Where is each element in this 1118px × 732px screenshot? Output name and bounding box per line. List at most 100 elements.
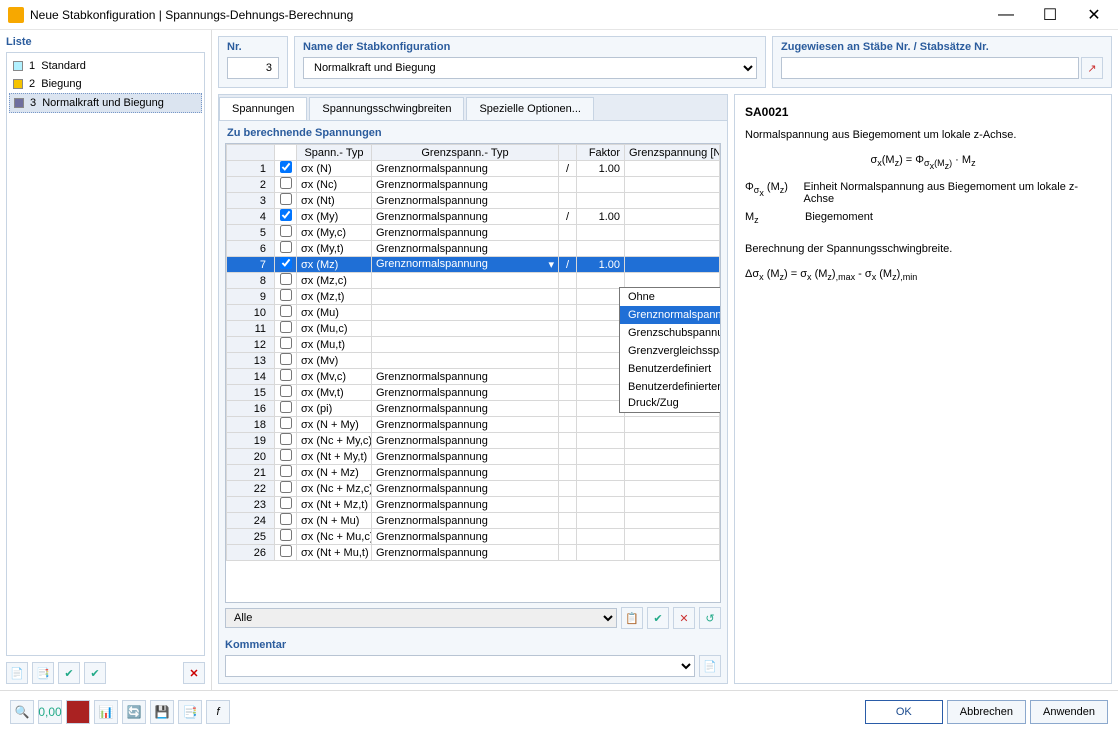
check-config-icon[interactable]: ✔ — [58, 662, 80, 684]
assign-label: Zugewiesen an Stäbe Nr. / Stabsätze Nr. — [781, 41, 1103, 53]
dropdown-option[interactable]: Grenznormalspannung — [620, 306, 721, 324]
check2-config-icon[interactable]: ✔ — [84, 662, 106, 684]
maximize-button[interactable]: ☐ — [1028, 1, 1072, 29]
foot-units-icon[interactable]: 0,00 — [38, 700, 62, 724]
row-checkbox[interactable] — [280, 241, 292, 253]
table-row[interactable]: 26 σx (Nt + Mu,t) Grenznormalspannung — [227, 545, 720, 561]
apply-button[interactable]: Anwenden — [1030, 700, 1108, 724]
row-checkbox[interactable] — [280, 513, 292, 525]
grid-tool-copy-icon[interactable]: 📋 — [621, 607, 643, 629]
ok-button[interactable]: OK — [865, 700, 943, 724]
foot-save-icon[interactable]: 💾 — [150, 700, 174, 724]
row-checkbox[interactable] — [280, 305, 292, 317]
row-checkbox[interactable] — [280, 321, 292, 333]
row-checkbox[interactable] — [280, 385, 292, 397]
row-checkbox[interactable] — [280, 225, 292, 237]
comment-select[interactable] — [225, 655, 695, 677]
table-row[interactable]: 20 σx (Nt + My,t) Grenznormalspannung — [227, 449, 720, 465]
row-checkbox[interactable] — [280, 481, 292, 493]
info-code: SA0021 — [745, 105, 1101, 119]
table-row[interactable]: 5 σx (My,c) Grenznormalspannung — [227, 225, 720, 241]
foot-copy-icon[interactable]: 📑 — [178, 700, 202, 724]
foot-color-icon[interactable] — [66, 700, 90, 724]
table-row[interactable]: 23 σx (Nt + Mz,t) Grenznormalspannung — [227, 497, 720, 513]
dropdown-option[interactable]: Ohne — [620, 288, 721, 306]
table-row[interactable]: 6 σx (My,t) Grenznormalspannung — [227, 241, 720, 257]
minimize-button[interactable]: — — [984, 1, 1028, 29]
dropdown-option[interactable]: Grenzvergleichsspannung — [620, 342, 721, 360]
limit-type-dropdown[interactable]: OhneGrenznormalspannungGrenzschubspannun… — [619, 287, 721, 413]
table-row[interactable]: 7 σx (Mz) Grenznormalspannung ▾ / 1.00 — [227, 257, 720, 273]
row-checkbox[interactable] — [280, 161, 292, 173]
row-checkbox[interactable] — [280, 177, 292, 189]
dropdown-option[interactable]: Grenzschubspannung — [620, 324, 721, 342]
name-label: Name der Stabkonfiguration — [303, 41, 757, 53]
info-desc: Normalspannung aus Biegemoment um lokale… — [745, 127, 1101, 144]
row-checkbox[interactable] — [280, 465, 292, 477]
config-list[interactable]: 1 Standard2 Biegung3 Normalkraft und Bie… — [6, 52, 205, 656]
row-checkbox[interactable] — [280, 193, 292, 205]
foot-fx-icon[interactable]: f — [206, 700, 230, 724]
def1-sym: Φσx (Mz) — [745, 181, 804, 205]
table-row[interactable]: 3 σx (Nt) Grenznormalspannung — [227, 193, 720, 209]
nr-input[interactable] — [227, 57, 279, 79]
table-row[interactable]: 21 σx (N + Mz) Grenznormalspannung — [227, 465, 720, 481]
table-row[interactable]: 19 σx (Nc + My,c) Grenznormalspannung — [227, 433, 720, 449]
row-checkbox[interactable] — [280, 369, 292, 381]
cancel-button[interactable]: Abbrechen — [947, 700, 1026, 724]
row-checkbox[interactable] — [280, 497, 292, 509]
close-button[interactable]: ✕ — [1072, 1, 1116, 29]
row-checkbox[interactable] — [280, 417, 292, 429]
row-checkbox[interactable] — [280, 545, 292, 557]
info-formula: σx(Mz) = Φσx(Mz) · Mz — [745, 152, 1101, 173]
color-swatch — [13, 61, 23, 71]
row-checkbox[interactable] — [280, 257, 292, 269]
row-checkbox[interactable] — [280, 449, 292, 461]
table-row[interactable]: 18 σx (N + My) Grenznormalspannung — [227, 417, 720, 433]
table-row[interactable]: 4 σx (My) Grenznormalspannung / 1.00 — [227, 209, 720, 225]
row-checkbox[interactable] — [280, 337, 292, 349]
color-swatch — [14, 98, 24, 108]
row-checkbox[interactable] — [280, 401, 292, 413]
row-checkbox[interactable] — [280, 209, 292, 221]
table-row[interactable]: 1 σx (N) Grenznormalspannung / 1.00 — [227, 161, 720, 177]
name-select[interactable]: Normalkraft und Biegung — [303, 57, 757, 79]
row-checkbox[interactable] — [280, 273, 292, 285]
table-row[interactable]: 24 σx (N + Mu) Grenznormalspannung — [227, 513, 720, 529]
row-checkbox[interactable] — [280, 529, 292, 541]
grid-tool-reset-icon[interactable]: ↺ — [699, 607, 721, 629]
tab-spannungen[interactable]: Spannungen — [219, 97, 307, 120]
col-factor[interactable]: Faktor — [577, 145, 625, 161]
comment-edit-icon[interactable]: 📄 — [699, 655, 721, 677]
tab-schwingbreiten[interactable]: Spannungsschwingbreiten — [309, 97, 464, 120]
table-row[interactable]: 25 σx (Nc + Mu,c) Grenznormalspannung — [227, 529, 720, 545]
col-limit-type[interactable]: Grenzspann.- Typ — [372, 145, 559, 161]
table-row[interactable]: 2 σx (Nc) Grenznormalspannung — [227, 177, 720, 193]
foot-reload-icon[interactable]: 🔄 — [122, 700, 146, 724]
assign-input[interactable] — [781, 57, 1079, 79]
sidebar-item-3[interactable]: 3 Normalkraft und Biegung — [9, 93, 202, 113]
new-config-icon[interactable]: 📄 — [6, 662, 28, 684]
sidebar-item-2[interactable]: 2 Biegung — [9, 75, 202, 93]
col-stress-type[interactable]: Spann.- Typ — [297, 145, 372, 161]
grid-tool-uncheck-icon[interactable]: ✕ — [673, 607, 695, 629]
dup-config-icon[interactable]: 📑 — [32, 662, 54, 684]
grid-tool-checkall-icon[interactable]: ✔ — [647, 607, 669, 629]
def1-txt: Einheit Normalspannung aus Biegemoment u… — [804, 181, 1102, 205]
table-row[interactable]: 22 σx (Nc + Mz,c) Grenznormalspannung — [227, 481, 720, 497]
col-limit-stress[interactable]: Grenzspannung [N/mm²] — [625, 145, 720, 161]
row-checkbox[interactable] — [280, 433, 292, 445]
foot-help-icon[interactable]: 🔍 — [10, 700, 34, 724]
row-checkbox[interactable] — [280, 353, 292, 365]
dropdown-option[interactable]: Benutzerdefinierter Druck/Zug — [620, 378, 721, 412]
grid-filter[interactable]: Alle — [225, 608, 617, 628]
info-panel: SA0021 Normalspannung aus Biegemoment um… — [734, 94, 1112, 684]
tab-optionen[interactable]: Spezielle Optionen... — [466, 97, 594, 120]
sidebar-item-1[interactable]: 1 Standard — [9, 57, 202, 75]
delete-config-icon[interactable]: ✕ — [183, 662, 205, 684]
foot-graph-icon[interactable]: 📊 — [94, 700, 118, 724]
titlebar: Neue Stabkonfiguration | Spannungs-Dehnu… — [0, 0, 1118, 30]
dropdown-option[interactable]: Benutzerdefiniert — [620, 360, 721, 378]
row-checkbox[interactable] — [280, 289, 292, 301]
pick-members-icon[interactable]: ↗ — [1081, 57, 1103, 79]
